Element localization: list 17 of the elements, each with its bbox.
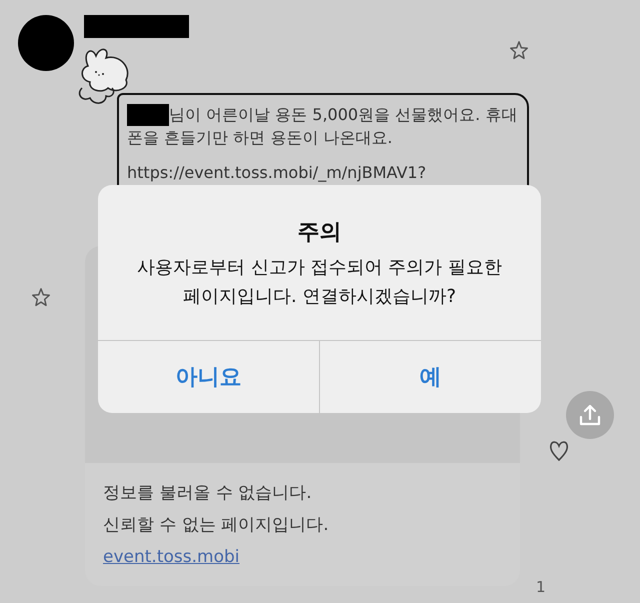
dialog-button[interactable]: 아니요: [98, 341, 319, 413]
preview-link[interactable]: event.toss.mobi: [103, 541, 240, 573]
dialog-button[interactable]: 예: [319, 341, 541, 413]
redaction-bar: [127, 104, 169, 126]
star-doodle-icon: [30, 287, 52, 309]
dialog-message: 사용자로부터 신고가 접수되어 주의가 필요한: [137, 256, 502, 280]
message-text: 님이 어른이날 용돈 5,000원을 선물했어요. 휴대: [169, 104, 518, 126]
dialog-message: 페이지입니다. 연결하시겠습니까?: [183, 285, 456, 309]
preview-text: 신뢰할 수 없는 페이지입니다.: [103, 514, 329, 537]
message-text: 폰을 흔들기만 하면 용돈이 나온대요.: [127, 127, 392, 149]
dialog-title: 주의: [298, 219, 342, 247]
star-doodle-icon: [508, 40, 530, 62]
share-icon: [577, 402, 603, 428]
message-link[interactable]: https://event.toss.mobi/_m/njBMAV1?: [127, 161, 426, 184]
share-button[interactable]: [566, 391, 614, 439]
preview-text: 정보를 불러올 수 없습니다.: [103, 482, 312, 505]
read-count: 1: [536, 578, 546, 596]
